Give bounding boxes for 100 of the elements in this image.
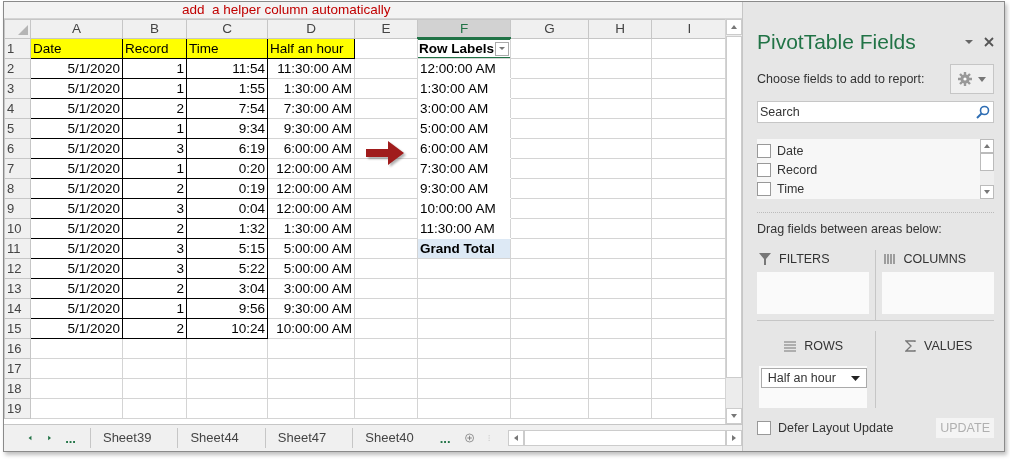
table-cell: 10:00:00 AM [420, 201, 496, 216]
drop-area[interactable]: Half an hour [758, 366, 867, 408]
panel-subtitle: Choose fields to add to report: [757, 72, 925, 86]
field-label[interactable]: Record [777, 162, 818, 177]
table-cell: 5/1/2020 [67, 161, 120, 176]
field-chip[interactable]: Half an hour [760, 368, 867, 388]
sheet-tab[interactable]: Sheet39 [89, 428, 164, 448]
table-cell: 12:00:00 AM [276, 161, 352, 176]
sheet-tab[interactable]: Sheet47 [264, 428, 339, 448]
table-cell: 5/1/2020 [67, 141, 120, 156]
table-cell: 3 [176, 141, 184, 156]
caret-icon[interactable] [850, 375, 860, 381]
scroll-up-icon[interactable] [726, 19, 742, 35]
column-header[interactable]: E [381, 21, 391, 37]
table-cell: 7:54 [238, 101, 265, 116]
table-cell: Record [125, 40, 169, 56]
scroll-down-icon[interactable] [980, 185, 994, 199]
sigma-icon [905, 340, 917, 352]
table-cell: 0:20 [238, 161, 265, 176]
table-cell: 1 [176, 301, 184, 316]
search-icon[interactable] [976, 105, 990, 119]
table-cell: 5:00:00 AM [420, 121, 489, 136]
table-cell: 3 [176, 261, 184, 276]
more-sheets-link[interactable]: ... [439, 430, 451, 446]
settings-button[interactable] [950, 64, 994, 94]
table-cell: 3:00:00 AM [420, 101, 489, 116]
table-cell: Grand Total [420, 241, 495, 256]
add-sheet-icon[interactable] [464, 430, 474, 446]
columns-icon [883, 253, 896, 265]
table-cell: 2 [176, 281, 184, 296]
search-field[interactable]: Search [758, 105, 976, 119]
table-cell: 6:00:00 AM [420, 141, 489, 156]
search-box[interactable]: Search [757, 101, 994, 123]
table-cell: 3:00:00 AM [283, 281, 352, 296]
table-cell: 2 [176, 321, 184, 336]
scroll-up-icon[interactable] [980, 139, 994, 153]
table-cell: 12:00:00 AM [276, 181, 352, 196]
checkbox[interactable] [757, 421, 771, 435]
table-cell: 6:19 [238, 141, 265, 156]
table-cell: 5:00:00 AM [283, 241, 352, 256]
next-sheet-icon[interactable] [46, 433, 52, 443]
rows-icon [784, 340, 797, 352]
previous-sheet-icon[interactable] [28, 433, 33, 443]
more-sheets-link[interactable]: ... [65, 430, 76, 446]
sheet-tab[interactable]: Sheet40 [352, 428, 426, 448]
scroll-down-icon[interactable] [726, 408, 742, 424]
close-icon[interactable] [984, 37, 994, 47]
column-header[interactable]: C [222, 21, 232, 37]
scrollbar-thumb[interactable] [980, 153, 994, 171]
scroll-left-icon[interactable] [508, 430, 524, 446]
table-cell: 10:00:00 AM [276, 321, 352, 336]
column-header[interactable]: A [72, 21, 81, 37]
table-cell: 5:00:00 AM [283, 261, 352, 276]
table-cell: Half an hour [270, 40, 344, 56]
column-header[interactable]: H [615, 21, 625, 37]
filter-dropdown-icon[interactable] [495, 41, 509, 56]
table-cell: 12:00:00 AM [276, 201, 352, 216]
table-cell: 3 [176, 241, 184, 256]
table-cell: 9:30:00 AM [420, 181, 489, 196]
table-cell: Time [189, 40, 219, 56]
column-header[interactable]: D [306, 21, 316, 37]
table-cell: 1:30:00 AM [283, 221, 352, 236]
table-cell: 6:00:00 AM [283, 141, 352, 156]
area-label: ROWS [804, 339, 844, 353]
column-header[interactable]: B [150, 21, 159, 37]
column-header[interactable]: G [544, 21, 555, 37]
checkbox[interactable] [757, 162, 771, 177]
drag-hint-text: Drag fields between areas below: [757, 222, 943, 236]
table-cell: 5:15 [238, 241, 265, 256]
column-header[interactable]: F [459, 21, 469, 36]
checkbox[interactable] [757, 181, 771, 196]
table-cell: 1 [176, 61, 184, 76]
area-label: COLUMNS [903, 252, 966, 266]
table-cell: 9:34 [238, 121, 265, 136]
annotation-text: add a helper column automatically [182, 2, 391, 18]
table-cell: 7:30:00 AM [420, 161, 489, 176]
table-cell: 9:56 [238, 301, 265, 316]
field-label[interactable]: Time [777, 181, 805, 196]
table-cell: 11:30:00 AM [420, 221, 495, 236]
field-label[interactable]: Date [777, 143, 804, 158]
table-cell: 5/1/2020 [67, 261, 120, 276]
caret-icon [978, 76, 986, 82]
table-cell: 5:22 [238, 261, 265, 276]
gear-icon [958, 72, 972, 86]
table-cell: 11:30:00 AM [277, 61, 352, 76]
scrollbar-thumb[interactable] [524, 430, 726, 446]
scrollbar-thumb[interactable] [726, 36, 742, 378]
checkbox[interactable] [757, 143, 771, 158]
table-cell: 1:30:00 AM [420, 81, 489, 96]
scroll-right-icon[interactable] [726, 430, 742, 446]
filter-icon [759, 253, 771, 265]
area-label: VALUES [924, 339, 973, 353]
checkbox-label[interactable]: Defer Layout Update [778, 421, 930, 435]
column-header[interactable]: I [687, 21, 692, 37]
sheet-tab[interactable]: Sheet44 [177, 428, 251, 448]
table-cell: 3 [176, 201, 184, 216]
table-cell: 5/1/2020 [67, 101, 120, 116]
table-cell: 5/1/2020 [67, 301, 120, 316]
table-cell: 5/1/2020 [67, 121, 120, 136]
table-cell: 10:24 [231, 321, 265, 336]
